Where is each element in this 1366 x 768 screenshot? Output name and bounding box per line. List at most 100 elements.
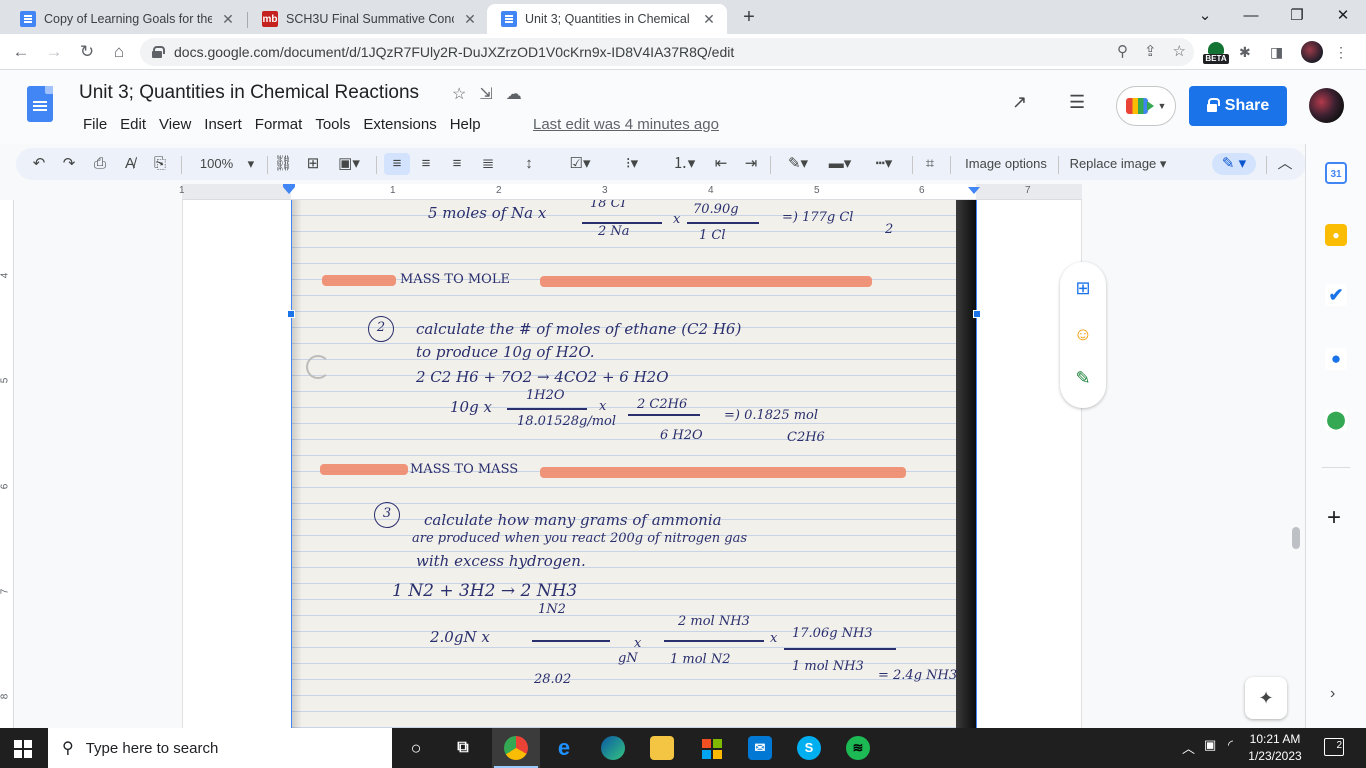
replace-image-button[interactable]: Replace image ▾ (1068, 153, 1168, 175)
last-edit-link[interactable]: Last edit was 4 minutes ago (533, 116, 719, 133)
menu-format[interactable]: Format (250, 115, 308, 134)
lock-icon[interactable] (152, 46, 165, 58)
edge-icon[interactable] (601, 736, 625, 760)
restore-button[interactable]: ❐ (1282, 3, 1312, 29)
add-comment-icon[interactable]: ⊞ (1071, 276, 1095, 300)
print-icon[interactable]: ⎙ (89, 153, 111, 175)
google-docs-logo[interactable] (27, 86, 53, 122)
move-folder-icon[interactable]: ⇲ (479, 84, 492, 104)
numbered-list-icon[interactable]: ⒈▾ (662, 153, 706, 175)
keep-icon[interactable]: ● (1325, 224, 1347, 246)
wifi-icon[interactable]: ◜ (1228, 737, 1233, 753)
tray-chevron-up-icon[interactable]: ︿ (1182, 738, 1195, 757)
cloud-saved-icon[interactable]: ☁ (506, 84, 522, 104)
expand-panel-chevron-icon[interactable]: › (1330, 685, 1335, 703)
taskbar-search-box[interactable]: ⚲ Type here to search (48, 728, 392, 768)
menu-edit[interactable]: Edit (115, 115, 151, 134)
suggest-edits-icon[interactable]: ✎ (1071, 366, 1095, 390)
paint-format-icon[interactable]: ⎘ (149, 153, 171, 175)
close-icon[interactable]: ✕ (462, 11, 478, 28)
menu-file[interactable]: File (78, 115, 112, 134)
menu-tools[interactable]: Tools (310, 115, 355, 134)
align-right-icon[interactable]: ≡ (446, 153, 468, 175)
insert-image-icon[interactable]: ▣▾ (330, 153, 368, 175)
comments-icon[interactable]: ☰ (1069, 92, 1085, 113)
tasks-icon[interactable]: ✔ (1325, 284, 1347, 306)
task-view-icon[interactable]: ⧉ (451, 736, 475, 760)
border-color-icon[interactable]: ✎▾ (780, 153, 816, 175)
mail-icon[interactable]: ✉ (748, 736, 772, 760)
close-icon[interactable]: ✕ (220, 11, 236, 28)
spellcheck-icon[interactable]: A̸ (119, 153, 141, 175)
network-icon[interactable]: ▣ (1204, 737, 1216, 753)
account-avatar[interactable] (1309, 88, 1344, 123)
chrome-icon[interactable] (494, 736, 538, 768)
undo-icon[interactable]: ↶ (28, 153, 50, 175)
home-button[interactable]: ⌂ (106, 39, 132, 65)
align-center-icon[interactable]: ≡ (415, 153, 437, 175)
notifications-icon[interactable]: 2 (1324, 738, 1344, 756)
beta-extension-icon[interactable]: BETA (1203, 42, 1229, 66)
line-spacing-icon[interactable]: ↕ (518, 153, 540, 175)
browser-profile-avatar[interactable] (1301, 41, 1323, 63)
border-dash-icon[interactable]: ┅▾ (864, 153, 904, 175)
crop-icon[interactable]: ⌗ (919, 153, 941, 175)
menu-insert[interactable]: Insert (199, 115, 247, 134)
spotify-icon[interactable]: ≋ (846, 736, 870, 760)
star-icon[interactable]: ☆ (452, 84, 466, 104)
border-weight-icon[interactable]: ▬▾ (822, 153, 858, 175)
menu-help[interactable]: Help (445, 115, 486, 134)
taskbar-clock[interactable]: 10:21 AM 1/23/2023 (1244, 731, 1306, 765)
add-comment-icon[interactable]: ⊞ (302, 153, 324, 175)
checklist-icon[interactable]: ☑▾ (558, 153, 602, 175)
side-panel-icon[interactable]: ◨ (1270, 42, 1283, 62)
image-options-button[interactable]: Image options (960, 153, 1052, 175)
address-bar[interactable]: docs.google.com/document/d/1JQzR7FUly2R-… (140, 38, 1194, 66)
bookmark-star-icon[interactable]: ☆ (1173, 42, 1186, 60)
explore-button[interactable]: ✦ (1245, 677, 1287, 719)
meet-button[interactable]: ▼ (1116, 86, 1176, 126)
tab-search-icon[interactable]: ⌄ (1190, 3, 1220, 29)
maps-icon[interactable]: ⬤ (1325, 409, 1347, 431)
browser-menu-icon[interactable]: ⋮ (1334, 42, 1348, 62)
zoom-select[interactable]: 100% ▾ (192, 153, 262, 175)
contacts-icon[interactable]: ● (1325, 348, 1347, 370)
new-tab-button[interactable]: + (737, 6, 761, 30)
left-indent-marker[interactable] (283, 187, 295, 194)
zoom-icon[interactable]: ⚲ (1117, 42, 1128, 60)
resize-handle-right[interactable] (973, 310, 981, 318)
file-explorer-icon[interactable] (650, 736, 674, 760)
handwritten-notes-image[interactable]: 5 moles of Na x 18 CI 2 Na x 70.90g 1 Cl… (291, 200, 977, 728)
justify-icon[interactable]: ≣ (477, 153, 499, 175)
insert-link-icon[interactable]: ⛓ (272, 153, 294, 175)
emoji-reaction-icon[interactable]: ☺ (1071, 322, 1095, 346)
reload-button[interactable]: ↻ (74, 39, 100, 65)
bulleted-list-icon[interactable]: ⁝▾ (610, 153, 654, 175)
tab-sch3u-summative[interactable]: mb SCH3U Final Summative Concept ✕ (248, 4, 488, 34)
menu-view[interactable]: View (154, 115, 196, 134)
resize-handle-left[interactable] (287, 310, 295, 318)
minimize-button[interactable]: — (1236, 3, 1266, 29)
windows-start-icon[interactable] (14, 740, 32, 758)
skype-icon[interactable]: S (797, 736, 821, 760)
increase-indent-icon[interactable]: ⇥ (740, 153, 762, 175)
close-window-button[interactable]: ✕ (1328, 3, 1358, 29)
cortana-icon[interactable]: ○ (404, 736, 428, 760)
hide-menus-chevron-up-icon[interactable]: ︿ (1274, 153, 1296, 175)
add-addon-icon[interactable]: + (1327, 504, 1341, 532)
tab-unit-3[interactable]: Unit 3; Quantities in Chemical Re ✕ (487, 4, 727, 34)
close-icon[interactable]: ✕ (701, 11, 717, 28)
tab-learning-goals[interactable]: Copy of Learning Goals for the D ✕ (6, 4, 246, 34)
menu-extensions[interactable]: Extensions (358, 115, 441, 134)
share-page-icon[interactable]: ⇪ (1144, 42, 1157, 60)
microsoft-store-icon[interactable] (699, 736, 723, 760)
document-title[interactable]: Unit 3; Quantities in Chemical Reactions (79, 82, 419, 104)
activity-trend-icon[interactable]: ↗ (1012, 92, 1027, 113)
decrease-indent-icon[interactable]: ⇤ (710, 153, 732, 175)
back-button[interactable]: ← (8, 39, 34, 65)
share-button[interactable]: Share (1189, 86, 1287, 126)
align-left-icon[interactable]: ≡ (384, 153, 410, 175)
extensions-icon[interactable]: ✱ (1239, 42, 1251, 62)
right-indent-marker[interactable] (968, 187, 980, 194)
forward-button[interactable]: → (41, 39, 67, 65)
